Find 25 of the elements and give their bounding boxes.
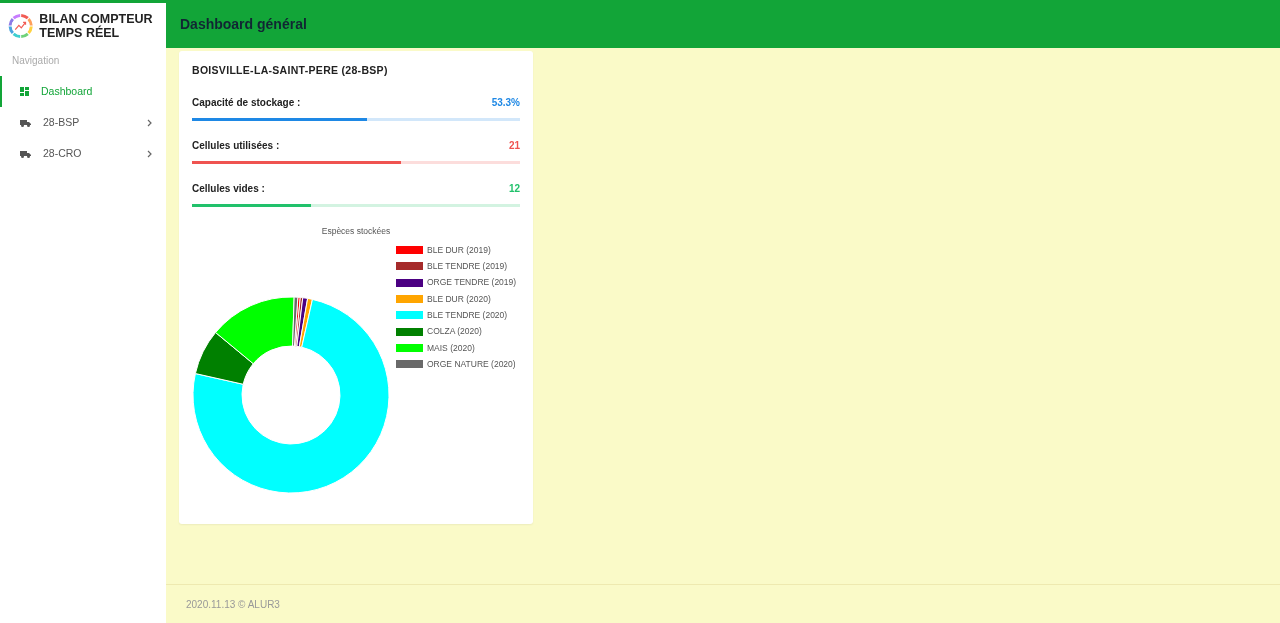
meter-label: Cellules vides :: [192, 181, 265, 196]
meter-label: Cellules utilisées :: [192, 138, 280, 153]
dashboard-icon: [20, 87, 29, 96]
truck-icon: [20, 149, 31, 158]
page-title: Dashboard général: [180, 14, 307, 34]
legend-label: ORGE TENDRE (2019): [427, 276, 517, 289]
meter-label: Capacité de stockage :: [192, 95, 301, 110]
legend-label: BLE DUR (2020): [427, 292, 491, 306]
legend-label: BLE DUR (2019): [427, 243, 491, 257]
meter-reading: 53.3%: [491, 95, 520, 110]
legend-label: BLE TENDRE (2019): [427, 259, 508, 273]
legend-label: COLZA (2020): [427, 325, 482, 338]
card-title: BOISVILLE-LA-SAINT-PERE (28-BSP): [192, 63, 389, 78]
meter-reading: 21: [508, 138, 520, 153]
truck-icon: [20, 118, 31, 127]
chart-title: Espèces stockées: [320, 224, 392, 238]
app-title: BILAN COMPTEUR TEMPS RÉEL: [39, 11, 154, 41]
meter-reading: 12: [508, 181, 520, 196]
nav-heading: Navigation: [11, 54, 61, 68]
legend-label: ORGE NATURE (2020): [427, 357, 516, 371]
nav-item[interactable]: 28-CRO: [0, 138, 166, 169]
legend-label: BLE TENDRE (2020): [427, 308, 508, 322]
nav-item[interactable]: 28-BSP: [0, 107, 166, 138]
legend-label: MAIS (2020): [427, 341, 475, 355]
footer-text: 2020.11.13 © ALUR3: [186, 597, 280, 612]
